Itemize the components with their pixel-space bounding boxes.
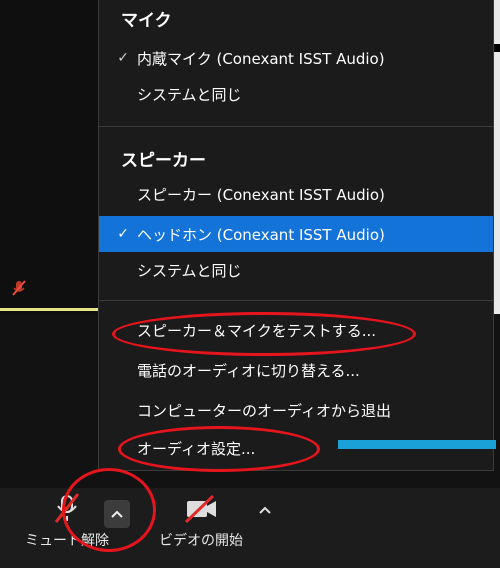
menu-item-speaker[interactable]: スピーカー (Conexant ISST Audio) — [99, 176, 493, 212]
menu-item-label: スピーカー＆マイクをテストする... — [137, 321, 377, 340]
menu-divider — [99, 126, 493, 127]
menu-item-label: スピーカー (Conexant ISST Audio) — [137, 185, 385, 204]
menu-item-switch-phone[interactable]: 電話のオーディオに切り替える... — [99, 352, 493, 388]
menu-item-leave-audio[interactable]: コンピューターのオーディオから退出 — [99, 392, 493, 428]
start-video-button[interactable]: ビデオの開始 — [146, 494, 256, 550]
audio-menu: マイク ✓ 内蔵マイク (Conexant ISST Audio) システムと同… — [98, 0, 494, 471]
menu-item-label: コンピューターのオーディオから退出 — [137, 401, 391, 420]
video-options-chevron-icon[interactable] — [257, 503, 273, 517]
menu-divider — [99, 300, 493, 301]
menu-item-label: オーディオ設定... — [137, 439, 256, 458]
check-icon: ✓ — [117, 226, 129, 242]
menu-item-label: ヘッドホン (Conexant ISST Audio) — [137, 225, 385, 244]
menu-item-label: システムと同じ — [137, 261, 242, 280]
video-off-icon — [184, 494, 216, 524]
menu-item-label: 内蔵マイク (Conexant ISST Audio) — [137, 49, 385, 68]
check-icon: ✓ — [117, 50, 129, 66]
start-video-label: ビデオの開始 — [159, 533, 243, 549]
audio-options-button[interactable] — [104, 500, 130, 528]
menu-item-label: システムと同じ — [137, 85, 242, 104]
menu-item-speaker-system[interactable]: システムと同じ — [99, 252, 493, 288]
menu-item-label: 電話のオーディオに切り替える... — [137, 361, 360, 380]
menu-item-headphones[interactable]: ✓ ヘッドホン (Conexant ISST Audio) — [99, 216, 493, 252]
highlight-bar — [338, 440, 496, 449]
unmute-label: ミュート解除 — [25, 533, 109, 549]
muted-mic-icon — [12, 280, 26, 296]
mic-section-title: マイク — [121, 11, 172, 31]
menu-item-test-audio[interactable]: スピーカー＆マイクをテストする... — [99, 312, 493, 348]
muted-mic-icon — [54, 493, 80, 523]
speaker-section-title: スピーカー — [121, 151, 206, 171]
menu-item-mic-system[interactable]: システムと同じ — [99, 76, 493, 112]
menu-item-builtin-mic[interactable]: ✓ 内蔵マイク (Conexant ISST Audio) — [99, 40, 493, 76]
chevron-up-icon — [111, 510, 123, 518]
